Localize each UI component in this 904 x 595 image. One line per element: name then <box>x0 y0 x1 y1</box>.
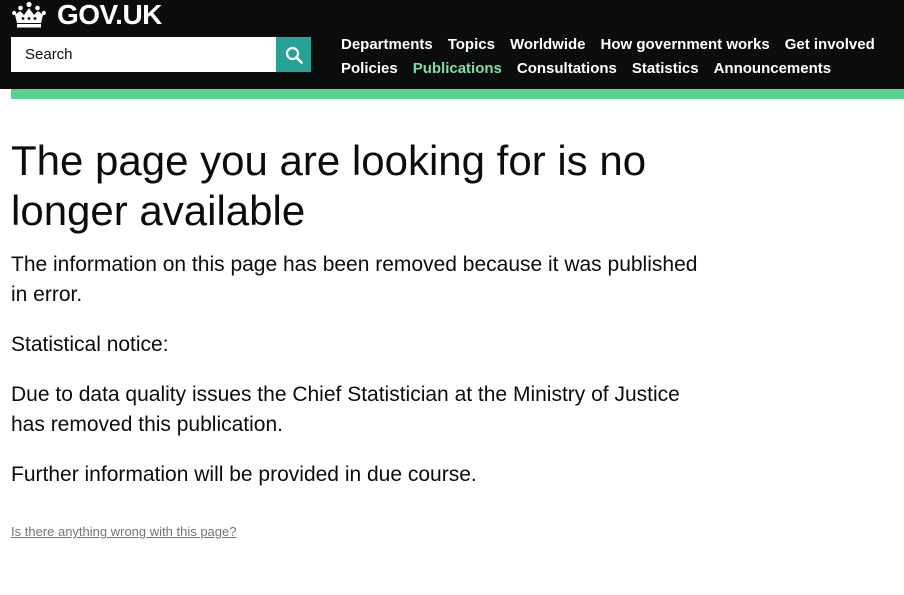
nav-link-statistics[interactable]: Statistics <box>632 59 699 79</box>
crown-icon <box>12 1 46 28</box>
report-problem-link[interactable]: Is there anything wrong with this page? <box>11 523 236 541</box>
nav-link-departments[interactable]: Departments <box>341 35 433 55</box>
logo-text: GOV.UK <box>57 0 162 30</box>
nav-link-how-government-works[interactable]: How government works <box>601 35 770 55</box>
search-button[interactable] <box>276 37 311 72</box>
removal-explanation: The information on this page has been re… <box>11 253 698 306</box>
nav-link-announcements[interactable]: Announcements <box>714 59 832 79</box>
search-icon <box>285 46 303 64</box>
site-header: GOV.UK Departments Topics Worldwide How … <box>0 0 904 89</box>
nav-row-primary: Departments Topics Worldwide How governm… <box>341 33 901 57</box>
nav-link-consultations[interactable]: Consultations <box>517 59 617 79</box>
page-title: The page you are looking for is no longe… <box>11 137 647 234</box>
further-information-note: Further information will be provided in … <box>11 463 477 486</box>
nav-link-topics[interactable]: Topics <box>448 35 495 55</box>
main-content: The page you are looking for is no longe… <box>11 136 711 490</box>
nav-link-get-involved[interactable]: Get involved <box>785 35 875 55</box>
header-accent-bar <box>11 89 904 99</box>
nav-row-secondary: Policies Publications Consultations Stat… <box>341 57 901 81</box>
statistical-notice-heading: Statistical notice: <box>11 333 169 356</box>
nav-link-policies[interactable]: Policies <box>341 59 398 79</box>
govuk-logo-link[interactable]: GOV.UK <box>11 0 162 30</box>
statistical-notice-body: Due to data quality issues the Chief Sta… <box>11 383 680 436</box>
nav-link-worldwide[interactable]: Worldwide <box>510 35 586 55</box>
search-input[interactable] <box>11 37 276 72</box>
search-form <box>11 37 311 72</box>
main-navigation: Departments Topics Worldwide How governm… <box>341 33 901 81</box>
nav-link-publications[interactable]: Publications <box>413 59 502 79</box>
